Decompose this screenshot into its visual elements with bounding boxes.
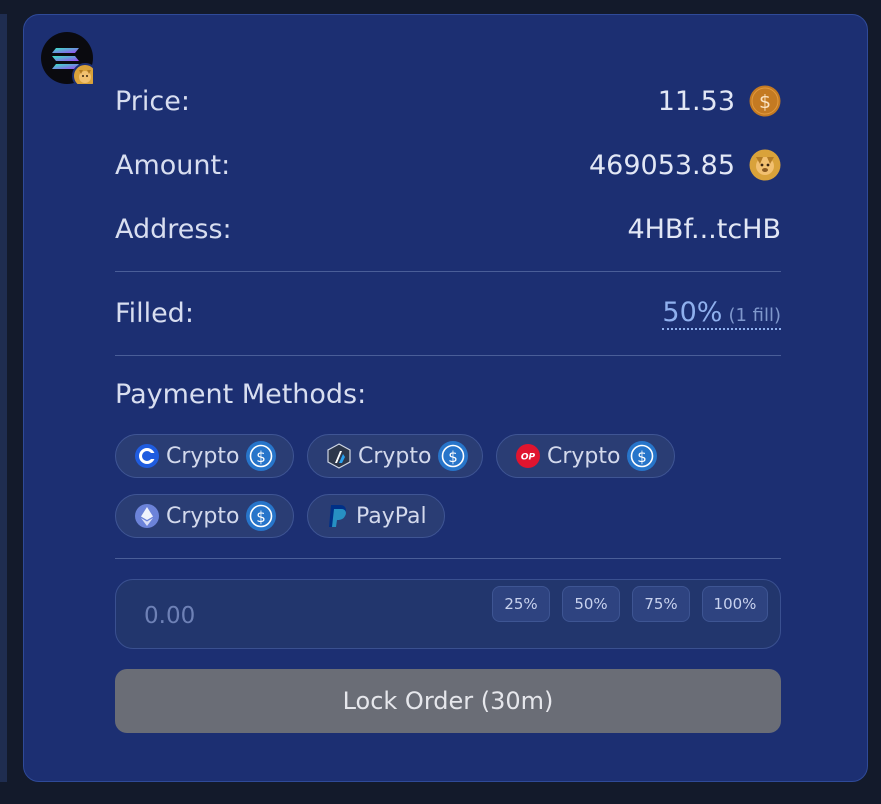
price-label: Price:: [115, 85, 190, 117]
payment-method-label: Crypto: [166, 503, 240, 529]
order-card: Price: 11.53 $ Amount: 469053.85 Address…: [23, 14, 868, 782]
preset-100-button[interactable]: 100%: [702, 586, 768, 622]
filled-link[interactable]: 50% (1 fill): [662, 297, 781, 330]
background-panel-edge: [0, 14, 7, 782]
arbitrum-icon: [327, 443, 351, 469]
payment-method-chip[interactable]: Crypto $: [115, 494, 294, 538]
price-row: Price: 11.53 $: [115, 81, 781, 121]
payment-methods-title: Payment Methods:: [115, 379, 367, 410]
ethereum-icon: [135, 504, 159, 528]
svg-text:$: $: [257, 448, 267, 466]
solana-icon: [41, 32, 93, 84]
svg-text:OP: OP: [521, 453, 536, 463]
optimism-icon: OP: [516, 444, 540, 468]
svg-text:$: $: [638, 448, 648, 466]
payment-method-chip[interactable]: OP Crypto $: [496, 434, 675, 478]
usdc-icon: $: [438, 441, 469, 471]
filled-percent: 50%: [662, 296, 723, 328]
price-value: 11.53: [657, 85, 735, 117]
coinbase-base-icon: [135, 444, 159, 468]
dog-token-icon: [749, 149, 781, 181]
payment-method-label: Crypto: [166, 443, 240, 469]
divider: [115, 355, 781, 356]
address-row: Address: 4HBf...tcHB: [115, 209, 781, 249]
paypal-icon: [329, 505, 346, 527]
payment-method-label: Crypto: [358, 443, 432, 469]
payment-method-chip[interactable]: Crypto $: [115, 434, 294, 478]
divider: [115, 558, 781, 559]
usdc-icon: $: [246, 501, 277, 531]
usd-coin-icon: $: [749, 85, 781, 117]
svg-text:$: $: [449, 448, 459, 466]
svg-text:$: $: [257, 508, 267, 526]
amount-input-box: 25% 50% 75% 100%: [115, 579, 781, 649]
address-label: Address:: [115, 213, 232, 245]
svg-text:$: $: [759, 91, 771, 113]
preset-25-button[interactable]: 25%: [492, 586, 550, 622]
payment-method-chip[interactable]: PayPal: [307, 494, 445, 538]
preset-75-button[interactable]: 75%: [632, 586, 690, 622]
payment-method-label: PayPal: [356, 503, 427, 529]
usdc-icon: $: [246, 441, 277, 471]
lock-order-button[interactable]: Lock Order (30m): [115, 669, 781, 733]
address-value[interactable]: 4HBf...tcHB: [627, 214, 781, 245]
filled-label: Filled:: [115, 297, 194, 329]
amount-label: Amount:: [115, 149, 231, 181]
preset-50-button[interactable]: 50%: [562, 586, 620, 622]
amount-row: Amount: 469053.85: [115, 145, 781, 185]
divider: [115, 271, 781, 272]
filled-row: Filled: 50% (1 fill): [115, 293, 781, 333]
amount-input[interactable]: [142, 598, 486, 634]
amount-value: 469053.85: [588, 149, 735, 181]
dog-token-icon: [72, 63, 93, 84]
filled-count: (1 fill): [728, 304, 781, 326]
payment-method-label: Crypto: [547, 443, 621, 469]
usdc-icon: $: [627, 441, 658, 471]
payment-method-chip[interactable]: Crypto $: [307, 434, 483, 478]
